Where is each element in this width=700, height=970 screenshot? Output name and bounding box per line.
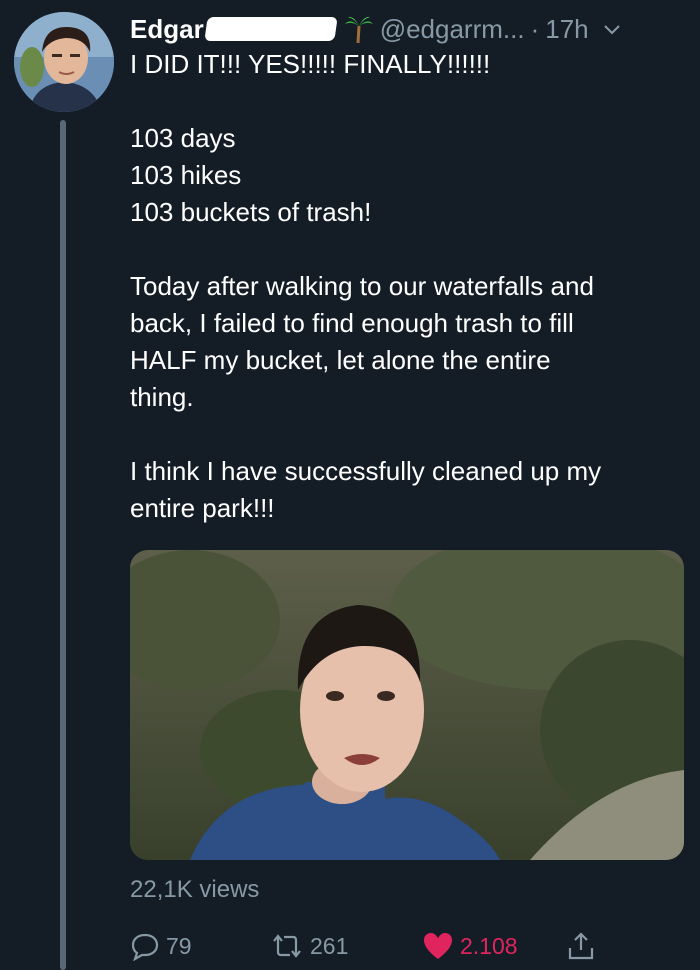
- reply-button[interactable]: 79: [130, 928, 192, 964]
- tweet-line: I think I have successfully cleaned up m…: [130, 456, 602, 486]
- separator-dot: ·: [530, 13, 540, 44]
- author-handle[interactable]: @edgarrm...: [380, 14, 525, 45]
- chevron-down-icon[interactable]: [603, 20, 621, 38]
- tweet-line: I DID IT!!! YES!!!!! FINALLY!!!!!!: [130, 49, 491, 79]
- timestamp[interactable]: 17h: [545, 14, 588, 45]
- tweet-line: 103 buckets of trash!: [130, 197, 372, 227]
- tweet-line: thing.: [130, 382, 194, 412]
- like-button[interactable]: 2.108: [422, 928, 518, 964]
- tweet-text: I DID IT!!! YES!!!!! FINALLY!!!!!! 103 d…: [130, 46, 690, 527]
- retweet-count: 261: [310, 932, 349, 959]
- tweet-line: HALF my bucket, let alone the entire: [130, 345, 551, 375]
- tweet-line: back, I failed to find enough trash to f…: [130, 308, 574, 338]
- action-bar: 79 261 2.108: [130, 928, 690, 964]
- tweet-line: 103 days: [130, 123, 236, 153]
- share-icon: [568, 932, 594, 960]
- avatar-photo: [14, 12, 114, 112]
- thread-line: [60, 120, 66, 970]
- tweet: Edgar @edgarrm... · 17h I DID IT!!! YES!…: [0, 0, 700, 970]
- retweet-icon: [273, 934, 301, 958]
- palm-tree-icon: [344, 14, 374, 44]
- tweet-line: 103 hikes: [130, 160, 242, 190]
- author-name[interactable]: Edgar: [130, 14, 204, 45]
- avatar[interactable]: [14, 12, 114, 112]
- view-count: 22,1K views: [130, 876, 260, 903]
- tweet-line: entire park!!!: [130, 493, 275, 523]
- retweet-button[interactable]: 261: [270, 928, 348, 964]
- tweet-header: Edgar @edgarrm... · 17h: [130, 12, 690, 46]
- video-media[interactable]: [130, 550, 684, 860]
- redaction-block: [204, 17, 338, 41]
- reply-icon: [131, 933, 159, 961]
- heart-icon: [424, 933, 452, 959]
- video-frame: [130, 550, 684, 860]
- share-button[interactable]: [566, 928, 602, 964]
- like-count: 2.108: [460, 932, 518, 959]
- tweet-line: Today after walking to our waterfalls an…: [130, 271, 594, 301]
- reply-count: 79: [166, 932, 192, 959]
